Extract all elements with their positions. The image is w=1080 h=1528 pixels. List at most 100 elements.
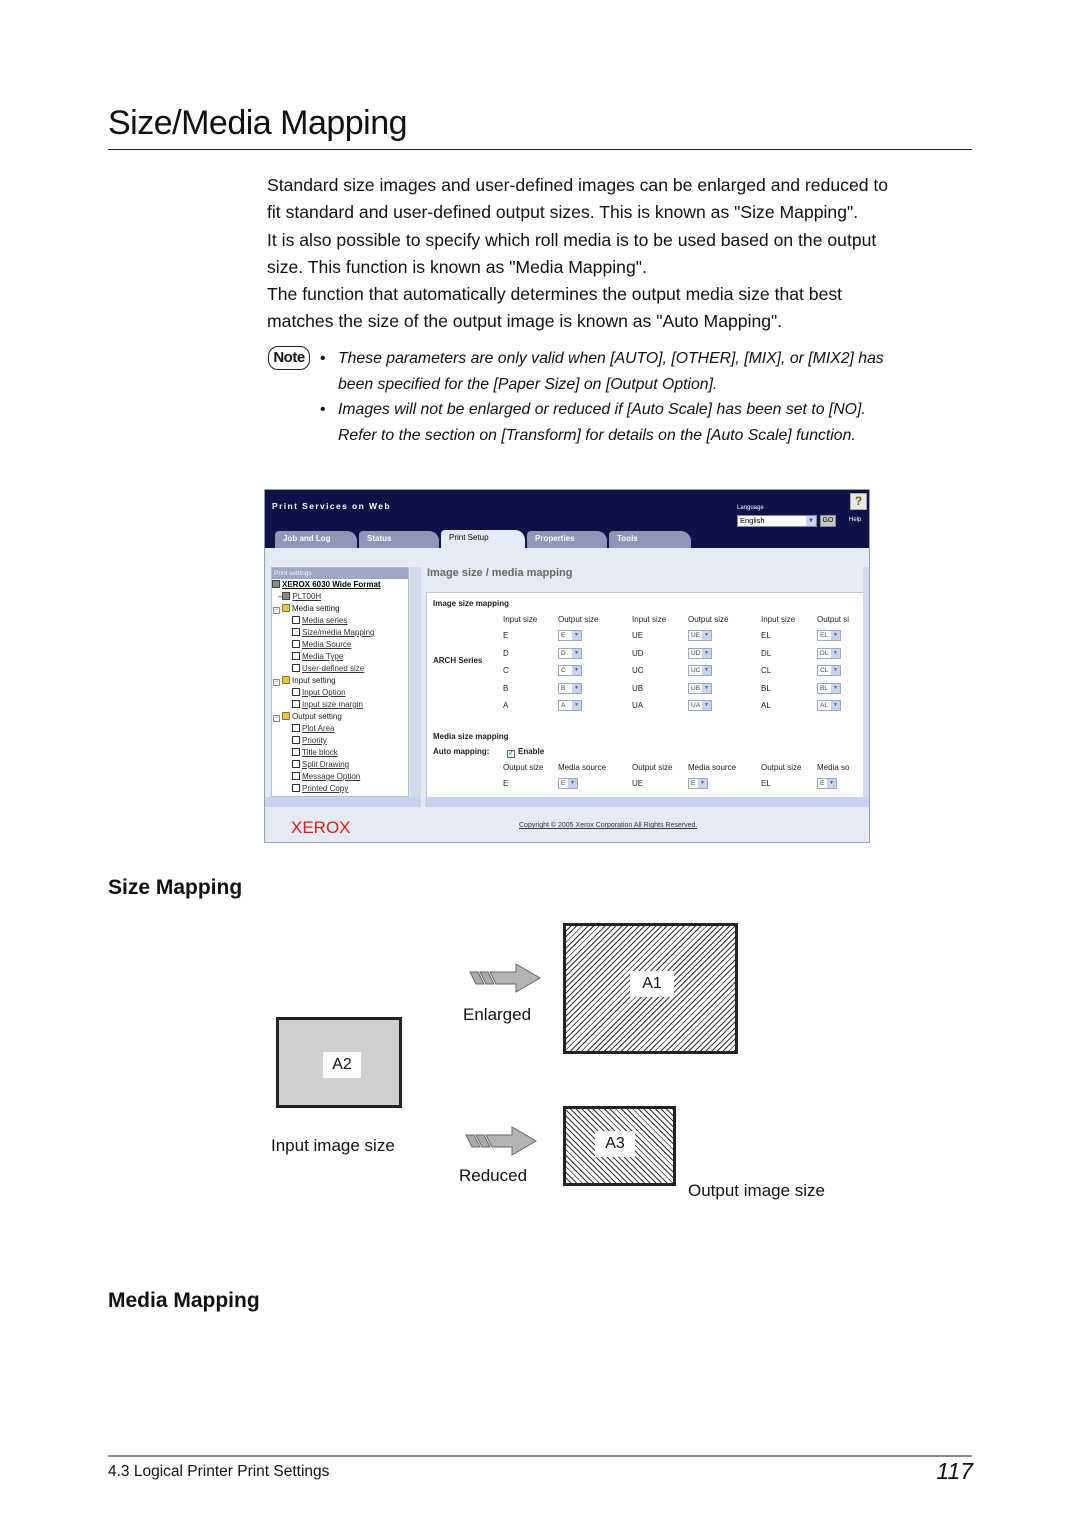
media-source-select[interactable]: E ▼ (817, 778, 837, 789)
collapse-icon[interactable]: − (273, 607, 280, 614)
output-size-select[interactable]: C ▼ (558, 665, 582, 676)
nav-item-printed-copy[interactable]: Printed Copy (272, 783, 408, 795)
folder-icon (282, 712, 290, 720)
column-header: Input size (632, 615, 667, 624)
output-size-value: EL (761, 779, 771, 788)
collapse-icon[interactable]: − (273, 715, 280, 722)
output-size-select[interactable]: EL ▼ (817, 630, 841, 641)
input-size-value: AL (761, 701, 771, 710)
bullet: • (320, 401, 326, 418)
nav-group-media-setting[interactable]: − Media setting (272, 603, 408, 615)
main-vertical-scrollbar[interactable] (863, 567, 869, 797)
help-icon[interactable]: ? (850, 493, 867, 510)
output-size-select[interactable]: E ▼ (558, 630, 582, 641)
note-line: Refer to the section on [Transform] for … (338, 426, 856, 444)
reduced-output-box: A3 (563, 1106, 676, 1186)
nav-group-input-setting[interactable]: − Input setting (272, 675, 408, 687)
output-size-select[interactable]: UB ▼ (688, 682, 712, 694)
chevron-down-icon: ▼ (702, 683, 711, 693)
nav-item-media-source[interactable]: Media Source (272, 639, 408, 651)
enlarged-size-label: A1 (630, 971, 674, 997)
page-icon (292, 736, 300, 744)
tab-job-and-log[interactable]: Job and Log (275, 531, 357, 548)
copyright-link[interactable]: Copyright © 2005 Xerox Corporation All R… (519, 822, 697, 829)
output-size-select[interactable]: AL ▼ (817, 700, 841, 711)
intro-line: Standard size images and user-defined im… (267, 175, 889, 195)
nav-root[interactable]: XEROX 6030 Wide Format (272, 579, 408, 591)
output-size-select[interactable]: UA ▼ (688, 700, 712, 711)
enlarged-label: Enlarged (463, 1005, 532, 1024)
nav-horizontal-scrollbar[interactable] (265, 797, 421, 807)
input-image-caption: Input image size (271, 1136, 395, 1155)
chevron-down-icon: ▼ (572, 648, 581, 658)
app-header: Print Services on Web Language English ▼… (265, 490, 869, 548)
input-size-value: BL (761, 683, 771, 693)
nav-item-plot-area[interactable]: Plot Area (272, 723, 408, 735)
help-label[interactable]: Help (849, 517, 861, 523)
nav-item-media-type[interactable]: Media Type (272, 651, 408, 663)
nav-item-title-block[interactable]: Title block (272, 747, 408, 759)
output-size-select[interactable]: UD ▼ (688, 647, 712, 659)
nav-printer[interactable]: – PLT00H (272, 591, 408, 603)
nav-item-size-media-mapping[interactable]: Size/media Mapping (272, 627, 408, 639)
column-header: Input size (761, 615, 796, 624)
chevron-down-icon: ▼ (698, 779, 707, 788)
output-size-select[interactable]: BL ▼ (817, 682, 841, 694)
nav-item-message-option[interactable]: Message Option (272, 771, 408, 783)
output-size-select[interactable]: A ▼ (558, 700, 582, 711)
input-size-value: C (503, 666, 509, 675)
chevron-down-icon: ▼ (572, 631, 581, 640)
language-select[interactable]: English ▼ (737, 515, 817, 527)
select-value: DL (820, 649, 829, 657)
input-size-value: CL (761, 666, 772, 675)
output-size-select[interactable]: B ▼ (558, 682, 582, 694)
tab-print-setup[interactable]: Print Setup (441, 530, 525, 548)
chevron-down-icon: ▼ (831, 648, 840, 658)
nav-vertical-scrollbar[interactable] (410, 567, 421, 797)
language-value: English (740, 516, 765, 525)
note-badge: Note (268, 346, 310, 370)
column-header: Output size (503, 763, 544, 772)
chevron-down-icon: ▼ (831, 631, 840, 640)
printer-icon (282, 592, 291, 600)
column-header: Input size (503, 615, 538, 624)
page-icon (292, 748, 300, 756)
nav-header: Print settings (272, 568, 408, 579)
collapse-icon[interactable]: − (273, 679, 280, 686)
output-size-select[interactable]: UC ▼ (688, 665, 712, 676)
nav-group-output-setting[interactable]: − Output setting (272, 711, 408, 723)
checkbox-checked-icon[interactable]: ✓ (507, 750, 515, 758)
nav-item-user-defined-size[interactable]: User-defined size (272, 663, 408, 675)
nav-item-priority[interactable]: Priority (272, 735, 408, 747)
title-divider (108, 149, 972, 150)
output-size-select[interactable]: UE ▼ (688, 630, 712, 641)
nav-item-input-option[interactable]: Input Option (272, 687, 408, 699)
tab-status[interactable]: Status (359, 531, 439, 548)
output-size-select[interactable]: DL ▼ (817, 647, 841, 659)
select-value: CL (820, 667, 829, 674)
select-value: A (561, 702, 566, 709)
go-button[interactable]: GO (820, 515, 836, 527)
media-source-select[interactable]: E ▼ (558, 778, 578, 789)
tab-tools[interactable]: Tools (609, 531, 691, 548)
app-title: Print Services on Web (272, 501, 391, 511)
folder-icon (282, 676, 290, 684)
nav-tree: Print settings XEROX 6030 Wide Format – P… (271, 567, 409, 797)
bullet: • (320, 350, 326, 367)
enlarged-output-box: A1 (563, 923, 738, 1054)
column-header: Media source (688, 763, 737, 772)
media-source-select[interactable]: E ▼ (688, 778, 708, 789)
output-size-select[interactable]: CL ▼ (817, 665, 841, 676)
nav-item-split-drawing[interactable]: Split Drawing (272, 759, 408, 771)
nav-item-input-size-margin[interactable]: Input size margin (272, 699, 408, 711)
page-title: Size/Media Mapping (108, 104, 408, 142)
output-size-select[interactable]: D ▼ (558, 647, 582, 659)
enable-checkbox[interactable]: ✓ Enable (507, 747, 544, 758)
nav-item-media-series[interactable]: Media series (272, 615, 408, 627)
tab-properties[interactable]: Properties (527, 531, 607, 548)
input-size-value: UA (632, 701, 644, 710)
column-header: Output size (558, 615, 599, 624)
auto-mapping-label: Auto mapping: (433, 747, 490, 756)
main-horizontal-scrollbar[interactable] (425, 797, 869, 807)
page-icon (292, 640, 300, 648)
